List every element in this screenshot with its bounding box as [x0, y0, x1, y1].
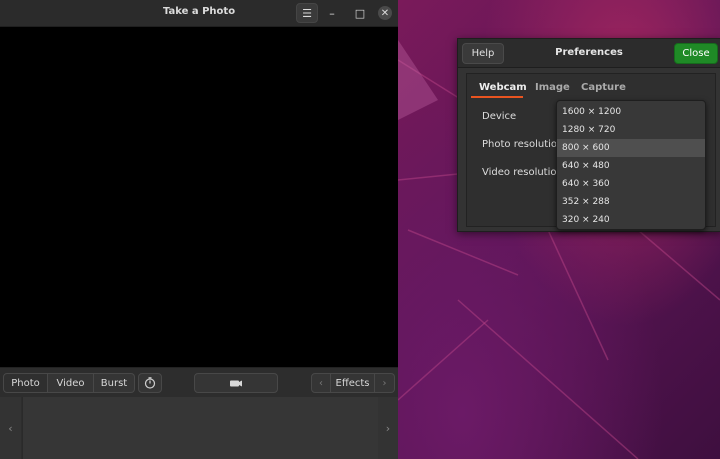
resolution-option[interactable]: 320 × 240	[557, 211, 705, 229]
timer-icon	[144, 377, 156, 389]
menu-button[interactable]: ☰	[296, 3, 318, 23]
chevron-right-icon: ›	[385, 421, 391, 435]
mode-photo-button[interactable]: Photo	[3, 373, 48, 393]
resolution-option[interactable]: 1280 × 720	[557, 121, 705, 139]
title-bar: Take a Photo ☰ – □ ✕	[0, 0, 398, 27]
mode-video-button[interactable]: Video	[48, 373, 94, 393]
mode-burst-button[interactable]: Burst	[94, 373, 135, 393]
effects-button[interactable]: Effects	[331, 373, 375, 393]
camera-viewport	[0, 27, 398, 367]
thumbnail-scroll-right-button[interactable]: ›	[378, 397, 398, 459]
chevron-left-icon: ‹	[8, 421, 13, 435]
video-resolution-label: Video resolution	[482, 167, 563, 178]
resolution-option[interactable]: 1600 × 1200	[557, 103, 705, 121]
take-photo-button[interactable]	[194, 373, 278, 393]
tab-image[interactable]: Image	[535, 82, 570, 93]
thumbnail-bar: ‹ ›	[0, 397, 398, 459]
active-tab-indicator	[471, 96, 523, 98]
preferences-header: Help Preferences Close	[458, 39, 720, 68]
photo-resolution-label: Photo resolution	[482, 139, 564, 150]
preferences-close-button[interactable]: Close	[674, 43, 718, 64]
preferences-title: Preferences	[555, 47, 623, 58]
minimize-icon: –	[329, 6, 335, 20]
tab-capture[interactable]: Capture	[581, 82, 626, 93]
camera-app-window: Take a Photo ☰ – □ ✕ Photo Video Burst ‹…	[0, 0, 398, 459]
next-effects-button[interactable]: ›	[375, 373, 395, 393]
capture-toolbar: Photo Video Burst ‹ Effects ›	[0, 367, 398, 397]
resolution-option[interactable]: 352 × 288	[557, 193, 705, 211]
maximize-icon: □	[354, 6, 366, 20]
chevron-right-icon: ›	[382, 377, 387, 389]
resolution-option[interactable]: 640 × 480	[557, 157, 705, 175]
minimize-button[interactable]: –	[322, 3, 342, 23]
resolution-option[interactable]: 640 × 360	[557, 175, 705, 193]
hamburger-icon: ☰	[302, 6, 312, 20]
help-button[interactable]: Help	[462, 43, 504, 64]
close-button[interactable]: ✕	[375, 3, 395, 23]
resolution-option-highlighted[interactable]: 800 × 600	[557, 139, 705, 157]
previous-effects-button[interactable]: ‹	[311, 373, 331, 393]
resolution-dropdown-menu: 1600 × 1200 1280 × 720 800 × 600 640 × 4…	[556, 100, 706, 230]
close-icon: ✕	[380, 7, 390, 19]
tab-webcam[interactable]: Webcam	[479, 82, 527, 93]
thumbnail-scroll-left-button[interactable]: ‹	[0, 397, 21, 459]
countdown-toggle-button[interactable]	[138, 373, 162, 393]
camera-icon	[230, 380, 242, 386]
maximize-button[interactable]: □	[350, 3, 370, 23]
thumbnail-strip[interactable]	[22, 397, 379, 459]
device-label: Device	[482, 111, 517, 122]
chevron-left-icon: ‹	[319, 377, 323, 389]
